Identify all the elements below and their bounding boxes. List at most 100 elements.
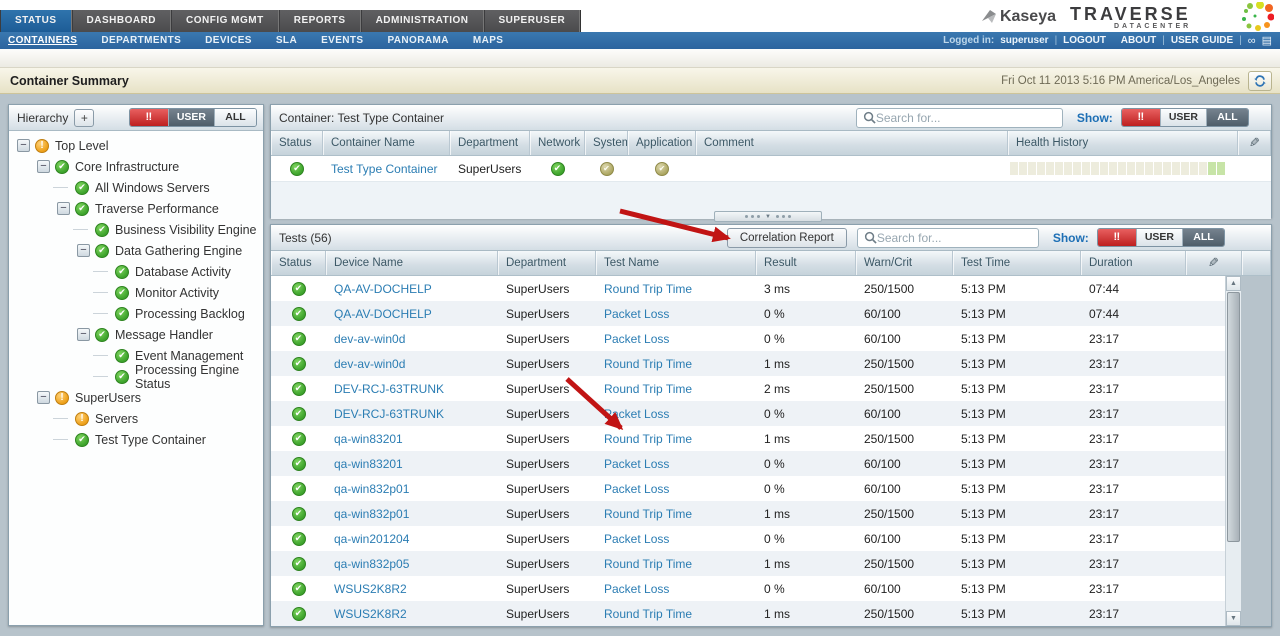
- col-status[interactable]: Status: [271, 251, 326, 275]
- table-row[interactable]: qa-win832p01 SuperUsers Round Trip Time …: [271, 501, 1225, 526]
- table-row[interactable]: qa-win832p05 SuperUsers Round Trip Time …: [271, 551, 1225, 576]
- device-name-link[interactable]: qa-win83201: [326, 432, 498, 446]
- filter-all-button[interactable]: ALL: [1182, 229, 1224, 246]
- table-row[interactable]: WSUS2K8R2 SuperUsers Round Trip Time 1 m…: [271, 601, 1225, 626]
- container-search-input[interactable]: [876, 111, 1056, 125]
- container-name-link[interactable]: Test Type Container: [323, 162, 450, 176]
- test-name-link[interactable]: Packet Loss: [596, 307, 756, 321]
- device-name-link[interactable]: qa-win83201: [326, 457, 498, 471]
- col-network[interactable]: Network: [530, 131, 585, 155]
- sub-nav-tab[interactable]: PANORAMA: [387, 35, 448, 46]
- table-row[interactable]: qa-win83201 SuperUsers Packet Loss 0 % 6…: [271, 451, 1225, 476]
- sub-nav-tab[interactable]: CONTAINERS: [8, 35, 77, 46]
- device-name-link[interactable]: WSUS2K8R2: [326, 607, 498, 621]
- scroll-up-button[interactable]: ▲: [1226, 276, 1241, 291]
- test-name-link[interactable]: Packet Loss: [596, 582, 756, 596]
- test-name-link[interactable]: Round Trip Time: [596, 607, 756, 621]
- test-name-link[interactable]: Round Trip Time: [596, 507, 756, 521]
- device-name-link[interactable]: qa-win832p05: [326, 557, 498, 571]
- table-row[interactable]: DEV-RCJ-63TRUNK SuperUsers Packet Loss 0…: [271, 401, 1225, 426]
- device-name-link[interactable]: dev-av-win0d: [326, 357, 498, 371]
- col-test-time[interactable]: Test Time: [953, 251, 1081, 275]
- test-name-link[interactable]: Round Trip Time: [596, 557, 756, 571]
- filter-critical-button[interactable]: ‼: [130, 109, 168, 126]
- tests-search-input[interactable]: [877, 231, 1032, 245]
- test-name-link[interactable]: Round Trip Time: [596, 282, 756, 296]
- notes-icon[interactable]: ▤: [1262, 34, 1272, 47]
- main-nav-tab[interactable]: CONFIG MGMT: [171, 10, 279, 32]
- col-test-name[interactable]: Test Name: [596, 251, 756, 275]
- device-name-link[interactable]: QA-AV-DOCHELP: [326, 307, 498, 321]
- correlation-report-button[interactable]: Correlation Report: [727, 228, 847, 248]
- main-nav-tab[interactable]: ADMINISTRATION: [361, 10, 484, 32]
- filter-all-button[interactable]: ALL: [214, 109, 256, 126]
- table-row[interactable]: QA-AV-DOCHELP SuperUsers Round Trip Time…: [271, 276, 1225, 301]
- collapse-icon[interactable]: [37, 391, 50, 404]
- add-container-button[interactable]: +: [74, 109, 94, 127]
- sub-nav-tab[interactable]: DEPARTMENTS: [101, 35, 181, 46]
- col-warn-crit[interactable]: Warn/Crit: [856, 251, 953, 275]
- table-row[interactable]: QA-AV-DOCHELP SuperUsers Packet Loss 0 %…: [271, 301, 1225, 326]
- refresh-button[interactable]: [1248, 71, 1272, 91]
- filter-all-button[interactable]: ALL: [1206, 109, 1248, 126]
- table-row[interactable]: qa-win83201 SuperUsers Round Trip Time 1…: [271, 426, 1225, 451]
- filter-user-button[interactable]: USER: [1160, 109, 1206, 126]
- tree-node[interactable]: Message Handler: [9, 324, 263, 345]
- test-name-link[interactable]: Round Trip Time: [596, 357, 756, 371]
- logout-link[interactable]: LOGOUT: [1063, 35, 1106, 46]
- test-name-link[interactable]: Packet Loss: [596, 457, 756, 471]
- table-row[interactable]: WSUS2K8R2 SuperUsers Packet Loss 0 % 60/…: [271, 576, 1225, 601]
- table-row[interactable]: qa-win201204 SuperUsers Packet Loss 0 % …: [271, 526, 1225, 551]
- test-name-link[interactable]: Round Trip Time: [596, 382, 756, 396]
- filter-user-button[interactable]: USER: [168, 109, 214, 126]
- col-device-name[interactable]: Device Name: [326, 251, 498, 275]
- tree-node[interactable]: Test Type Container: [9, 429, 263, 450]
- filter-critical-button[interactable]: ‼: [1098, 229, 1136, 246]
- tree-node[interactable]: Servers: [9, 408, 263, 429]
- collapse-icon[interactable]: [37, 160, 50, 173]
- device-name-link[interactable]: QA-AV-DOCHELP: [326, 282, 498, 296]
- sub-nav-tab[interactable]: DEVICES: [205, 35, 252, 46]
- test-name-link[interactable]: Packet Loss: [596, 332, 756, 346]
- splitter-collapse-icon[interactable]: ▼: [765, 214, 771, 220]
- filter-user-button[interactable]: USER: [1136, 229, 1182, 246]
- tree-node[interactable]: Monitor Activity: [9, 282, 263, 303]
- col-department[interactable]: Department: [498, 251, 596, 275]
- col-container-name[interactable]: Container Name: [323, 131, 450, 155]
- col-application[interactable]: Application: [628, 131, 696, 155]
- col-duration[interactable]: Duration: [1081, 251, 1186, 275]
- panel-splitter-handle[interactable]: ▼: [714, 211, 822, 222]
- col-comment[interactable]: Comment: [696, 131, 1008, 155]
- device-name-link[interactable]: WSUS2K8R2: [326, 582, 498, 596]
- collapse-icon[interactable]: [77, 244, 90, 257]
- tree-node[interactable]: All Windows Servers: [9, 177, 263, 198]
- collapse-icon[interactable]: [17, 139, 30, 152]
- main-nav-tab[interactable]: REPORTS: [279, 10, 361, 32]
- col-department[interactable]: Department: [450, 131, 530, 155]
- tree-node[interactable]: Traverse Performance: [9, 198, 263, 219]
- edit-icon[interactable]: ✎: [1208, 251, 1219, 275]
- tree-node[interactable]: Top Level: [9, 135, 263, 156]
- tree-node[interactable]: Data Gathering Engine: [9, 240, 263, 261]
- scroll-down-button[interactable]: ▼: [1226, 611, 1241, 626]
- col-system[interactable]: System: [585, 131, 628, 155]
- sub-nav-tab[interactable]: SLA: [276, 35, 297, 46]
- device-name-link[interactable]: DEV-RCJ-63TRUNK: [326, 382, 498, 396]
- tree-node[interactable]: Processing Backlog: [9, 303, 263, 324]
- tree-node[interactable]: Core Infrastructure: [9, 156, 263, 177]
- test-name-link[interactable]: Round Trip Time: [596, 432, 756, 446]
- sub-nav-tab[interactable]: MAPS: [473, 35, 504, 46]
- col-result[interactable]: Result: [756, 251, 856, 275]
- main-nav-tab[interactable]: SUPERUSER: [484, 10, 581, 32]
- table-row[interactable]: dev-av-win0d SuperUsers Packet Loss 0 % …: [271, 326, 1225, 351]
- edit-icon[interactable]: ✎: [1249, 131, 1260, 155]
- about-link[interactable]: ABOUT: [1121, 35, 1157, 46]
- device-name-link[interactable]: dev-av-win0d: [326, 332, 498, 346]
- main-nav-tab[interactable]: DASHBOARD: [72, 10, 172, 32]
- vertical-scrollbar[interactable]: ▲ ▼: [1225, 276, 1241, 626]
- test-name-link[interactable]: Packet Loss: [596, 407, 756, 421]
- test-name-link[interactable]: Packet Loss: [596, 482, 756, 496]
- collapse-icon[interactable]: [77, 328, 90, 341]
- table-row[interactable]: DEV-RCJ-63TRUNK SuperUsers Round Trip Ti…: [271, 376, 1225, 401]
- tree-node[interactable]: Database Activity: [9, 261, 263, 282]
